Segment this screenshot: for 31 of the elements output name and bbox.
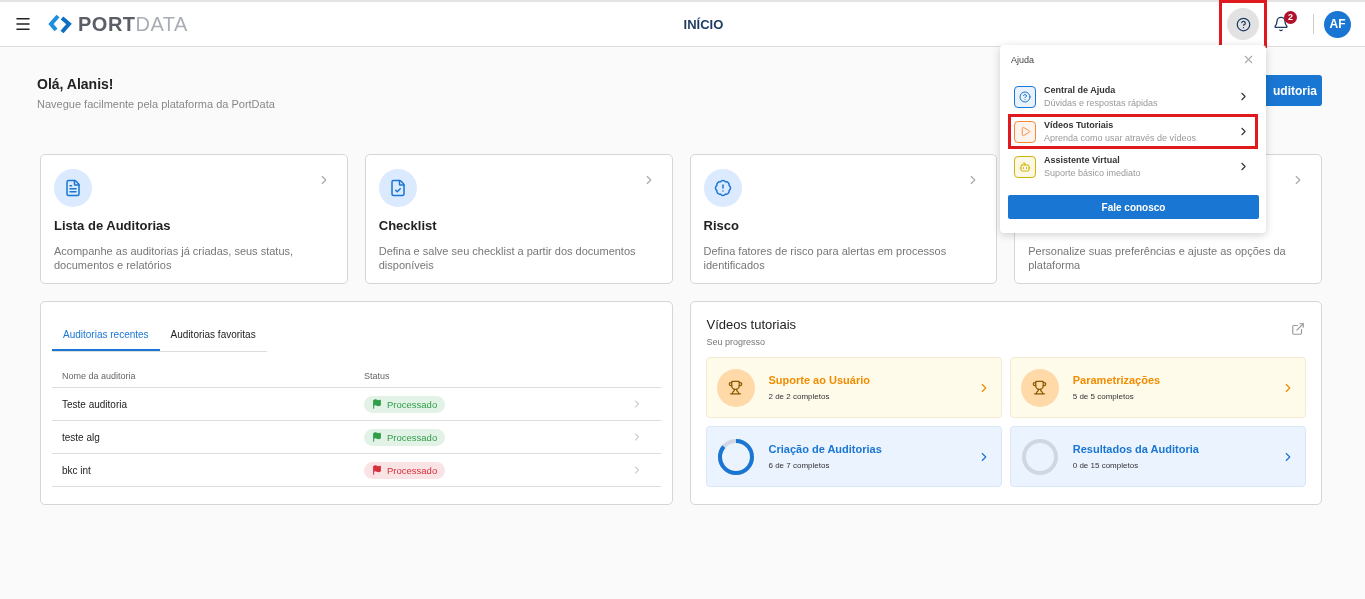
status-badge: Processado: [364, 461, 446, 479]
panel-subtitle: Seu progresso: [706, 337, 767, 347]
card-title: Risco: [703, 218, 740, 233]
card-description: Defina fatores de risco para alertas em processos identificados: [703, 244, 948, 272]
card-title: Lista de Auditorias: [54, 218, 172, 233]
popup-title: Ajuda: [1011, 54, 1035, 65]
card-description: Defina e salve seu checklist a partir dos documentos disponíveis: [378, 244, 637, 272]
category-title: Suporte ao Usuário: [768, 374, 871, 386]
category-title: Resultados da Auditoria: [1072, 443, 1200, 455]
progress-text: 0 de 15 completos: [1072, 461, 1140, 470]
table-cell-text: teste alg: [62, 431, 101, 443]
logo: PORTDATA: [48, 12, 188, 36]
notification-count: 2: [1284, 10, 1297, 24]
table-cell-text: Teste auditoria: [62, 398, 129, 410]
greeting-subtitle: Navegue facilmente pela plataforma da PortData: [37, 98, 275, 110]
progress-text: 5 de 5 completos: [1072, 392, 1135, 401]
page-title: INÍCIO: [682, 16, 725, 32]
card-title: Checklist: [378, 218, 438, 233]
panel-title: Vídeos tutoriais: [706, 317, 797, 332]
table-cell-text: bkc int: [62, 464, 92, 476]
progress-text: 6 de 7 completos: [768, 461, 831, 470]
card-description: Personalize suas preferências e ajuste as opções da plataforma: [1028, 244, 1287, 272]
status-badge: Processado: [364, 395, 446, 413]
card-description: Acompanhe as auditorias já criadas, seus status, documentos e relatórios: [54, 244, 295, 272]
category-title: Parametrizações: [1072, 374, 1162, 386]
column-header: Status: [364, 371, 391, 381]
progress-text: 2 de 2 completos: [768, 392, 831, 401]
category-title: Criação de Auditorias: [768, 443, 883, 455]
greeting-title: Olá, Alanis!: [37, 76, 115, 92]
column-header: Nome da auditoria: [62, 371, 137, 381]
status-badge: Processado: [364, 428, 446, 446]
